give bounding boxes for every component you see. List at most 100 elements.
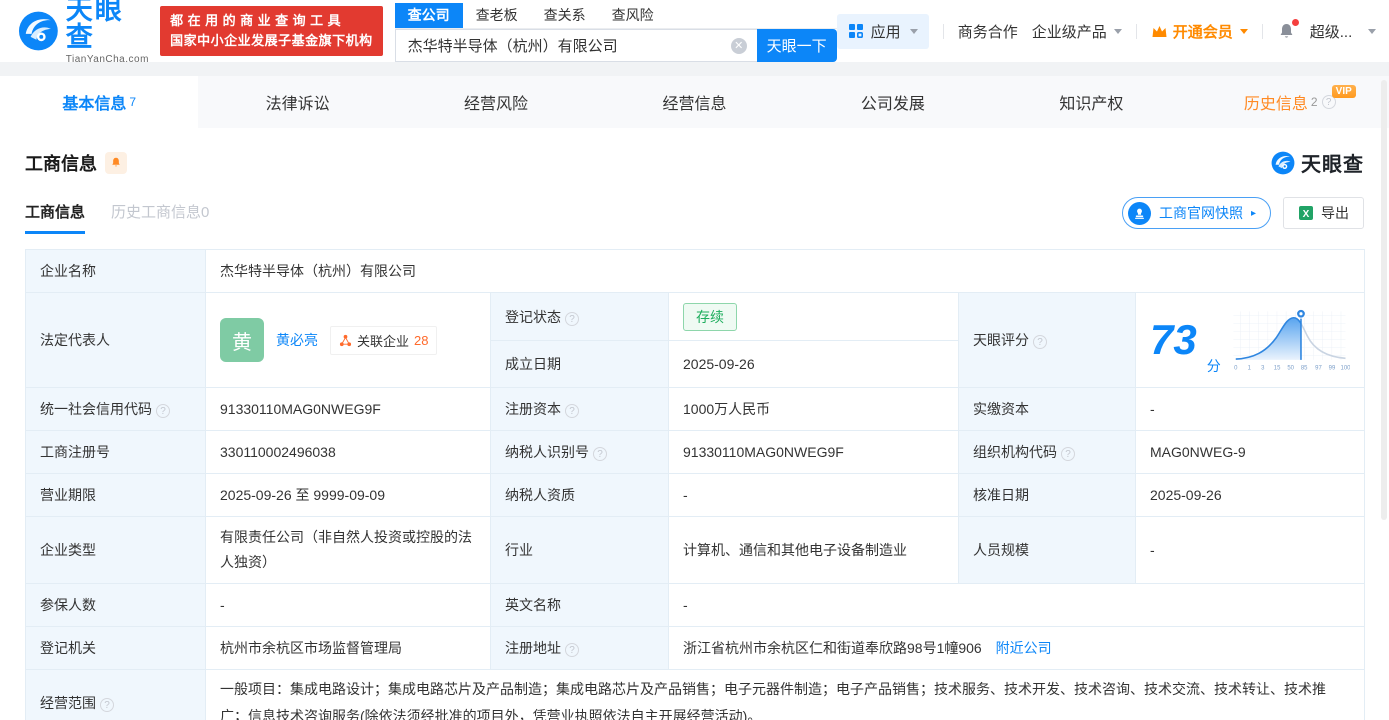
apps-label: 应用 <box>870 23 901 41</box>
field-label: 注册资本 <box>490 387 669 431</box>
tab-label: 经营风险 <box>464 96 529 113</box>
score-distribution-chart[interactable]: 0 1 3 15 50 85 97 99 100 <box>1231 299 1350 381</box>
svg-text:15: 15 <box>1274 365 1281 371</box>
search-button[interactable]: 天眼一下 <box>756 28 837 62</box>
industry-value: 计算机、通信和其他电子设备制造业 <box>668 516 959 584</box>
tab-history-info[interactable]: VIP 历史信息 2 <box>1191 76 1389 128</box>
snapshot-label: 工商官网快照 <box>1158 205 1243 221</box>
svg-text:50: 50 <box>1287 365 1294 371</box>
label-text: 注册地址 <box>505 640 561 656</box>
subscribe-bell-button[interactable] <box>105 151 127 174</box>
svg-text:100: 100 <box>1340 365 1350 371</box>
tab-intellectual-property[interactable]: 知识产权 <box>992 76 1190 128</box>
table-row: 企业类型 有限责任公司（非自然人投资或控股的法人独资） 行业 计算机、通信和其他… <box>25 516 1365 584</box>
table-row: 营业期限 2025-09-26 至 9999-09-09 纳税人资质 - 核准日… <box>25 473 1365 517</box>
field-label: 注册地址 <box>490 626 669 670</box>
help-icon[interactable] <box>156 404 170 418</box>
insured-count-value: - <box>205 583 491 627</box>
related-companies-badge[interactable]: 关联企业 28 <box>330 325 438 355</box>
promo-line2: 国家中小企业发展子基金旗下机构 <box>170 33 373 48</box>
svg-text:3: 3 <box>1261 365 1265 371</box>
field-label: 天眼评分 <box>958 292 1136 388</box>
status-badge: 存续 <box>683 302 737 331</box>
svg-text:X: X <box>1303 209 1310 220</box>
tab-label: 基本信息 <box>62 96 127 113</box>
tianyancha-logo[interactable]: 天眼查 TianYanCha.com <box>18 0 150 65</box>
scrollbar[interactable] <box>1381 80 1387 520</box>
chevron-down-icon <box>1368 28 1377 34</box>
svg-text:0: 0 <box>1234 365 1238 371</box>
official-snapshot-button[interactable]: 工商官网快照 ▸ <box>1121 197 1271 229</box>
apps-grid-icon <box>848 24 863 39</box>
nav-enterprise-product[interactable]: 企业级产品 <box>1032 21 1122 42</box>
notifications-bell[interactable] <box>1277 18 1299 41</box>
related-count: 28 <box>414 332 429 348</box>
field-label: 纳税人识别号 <box>490 430 669 474</box>
tab-label: 历史信息 <box>1243 96 1308 113</box>
tab-business-info[interactable]: 经营信息 <box>595 76 793 128</box>
search-block: 查公司 查老板 查关系 查风险 ✕ 天眼一下 <box>394 1 837 62</box>
nav-user-menu[interactable]: 超级... <box>1310 21 1353 42</box>
english-name-value: - <box>668 583 1365 627</box>
divider <box>1135 23 1137 39</box>
field-label: 成立日期 <box>490 340 669 388</box>
chevron-down-icon <box>1239 28 1248 34</box>
clear-search-icon[interactable]: ✕ <box>730 37 747 54</box>
search-input[interactable] <box>394 28 757 62</box>
search-tab-risk[interactable]: 查风险 <box>599 3 667 28</box>
tab-company-development[interactable]: 公司发展 <box>794 76 992 128</box>
help-icon[interactable] <box>100 697 114 712</box>
tab-basic-info[interactable]: 基本信息 7 <box>0 76 199 128</box>
tab-count: 2 <box>1310 95 1318 109</box>
chevron-down-icon <box>1113 28 1122 34</box>
label-text: 统一社会信用代码 <box>40 401 152 417</box>
help-icon[interactable] <box>1061 447 1075 461</box>
legal-rep-link[interactable]: 黄必亮 <box>276 330 318 350</box>
reg-address-value: 浙江省杭州市余杭区仁和街道奉欣路98号1幢906 <box>683 640 982 656</box>
company-tabs: 基本信息 7 法律诉讼 经营风险 经营信息 公司发展 知识产权 VIP 历史信息 2 <box>0 76 1389 128</box>
subtab-history-registration[interactable]: 历史工商信息0 <box>111 201 209 234</box>
reg-capital-value: 1000万人民币 <box>668 387 959 431</box>
search-tab-boss[interactable]: 查老板 <box>463 3 531 28</box>
field-label: 英文名称 <box>490 583 669 627</box>
avatar[interactable]: 黄 <box>220 318 264 362</box>
subtab-business-registration[interactable]: 工商信息 <box>25 201 86 234</box>
tab-legal-litigation[interactable]: 法律诉讼 <box>198 76 396 128</box>
network-icon <box>339 334 352 346</box>
field-label: 营业期限 <box>25 473 206 517</box>
field-label: 核准日期 <box>958 473 1136 517</box>
tab-label: 公司发展 <box>860 96 925 113</box>
tianyancha-logo-icon <box>1271 151 1295 174</box>
chevron-down-icon <box>909 28 918 34</box>
top-nav: 应用 商务合作 企业级产品 开通会员 超级... <box>836 13 1377 49</box>
tab-count: 7 <box>129 95 137 109</box>
top-header: 天眼查 TianYanCha.com 都在用的商业查询工具 国家中小企业发展子基… <box>0 0 1389 65</box>
table-row: 登记机关 杭州市余杭区市场监督管理局 注册地址 浙江省杭州市余杭区仁和街道奉欣路… <box>25 626 1365 670</box>
search-tab-company[interactable]: 查公司 <box>394 2 463 28</box>
label-text: 纳税人识别号 <box>505 444 589 460</box>
help-icon[interactable] <box>565 643 579 657</box>
nav-open-vip[interactable]: 开通会员 <box>1151 21 1248 42</box>
business-info-table: 企业名称 杰华特半导体（杭州）有限公司 法定代表人 黄 黄必亮 关联企业 28 … <box>25 249 1365 720</box>
tianyancha-company-page: 天眼查 TianYanCha.com 都在用的商业查询工具 国家中小企业发展子基… <box>0 0 1389 720</box>
table-row: 企业名称 杰华特半导体（杭州）有限公司 <box>25 249 1365 293</box>
nav-business-cooperation[interactable]: 商务合作 <box>958 21 1018 42</box>
field-label: 工商注册号 <box>25 430 206 474</box>
label-text: 天眼评分 <box>973 332 1029 348</box>
help-icon[interactable] <box>593 447 607 461</box>
score-cell: 73 分 0 1 3 15 50 85 97 99 100 <box>1135 292 1365 388</box>
apps-menu[interactable]: 应用 <box>836 13 929 49</box>
bell-icon <box>112 157 120 167</box>
logo-title: 天眼查 <box>65 0 124 52</box>
table-row: 参保人数 - 英文名称 - <box>25 583 1365 627</box>
business-term-value: 2025-09-26 至 9999-09-09 <box>205 473 491 517</box>
export-button[interactable]: X 导出 <box>1283 197 1364 229</box>
search-tab-relation[interactable]: 查关系 <box>531 3 599 28</box>
field-label: 人员规模 <box>958 516 1136 584</box>
tab-operating-risk[interactable]: 经营风险 <box>397 76 595 128</box>
help-icon[interactable] <box>565 311 579 326</box>
stamp-icon <box>1127 201 1151 225</box>
help-icon[interactable] <box>1033 335 1047 349</box>
nearby-companies-link[interactable]: 附近公司 <box>996 640 1052 656</box>
help-icon[interactable] <box>565 404 579 418</box>
